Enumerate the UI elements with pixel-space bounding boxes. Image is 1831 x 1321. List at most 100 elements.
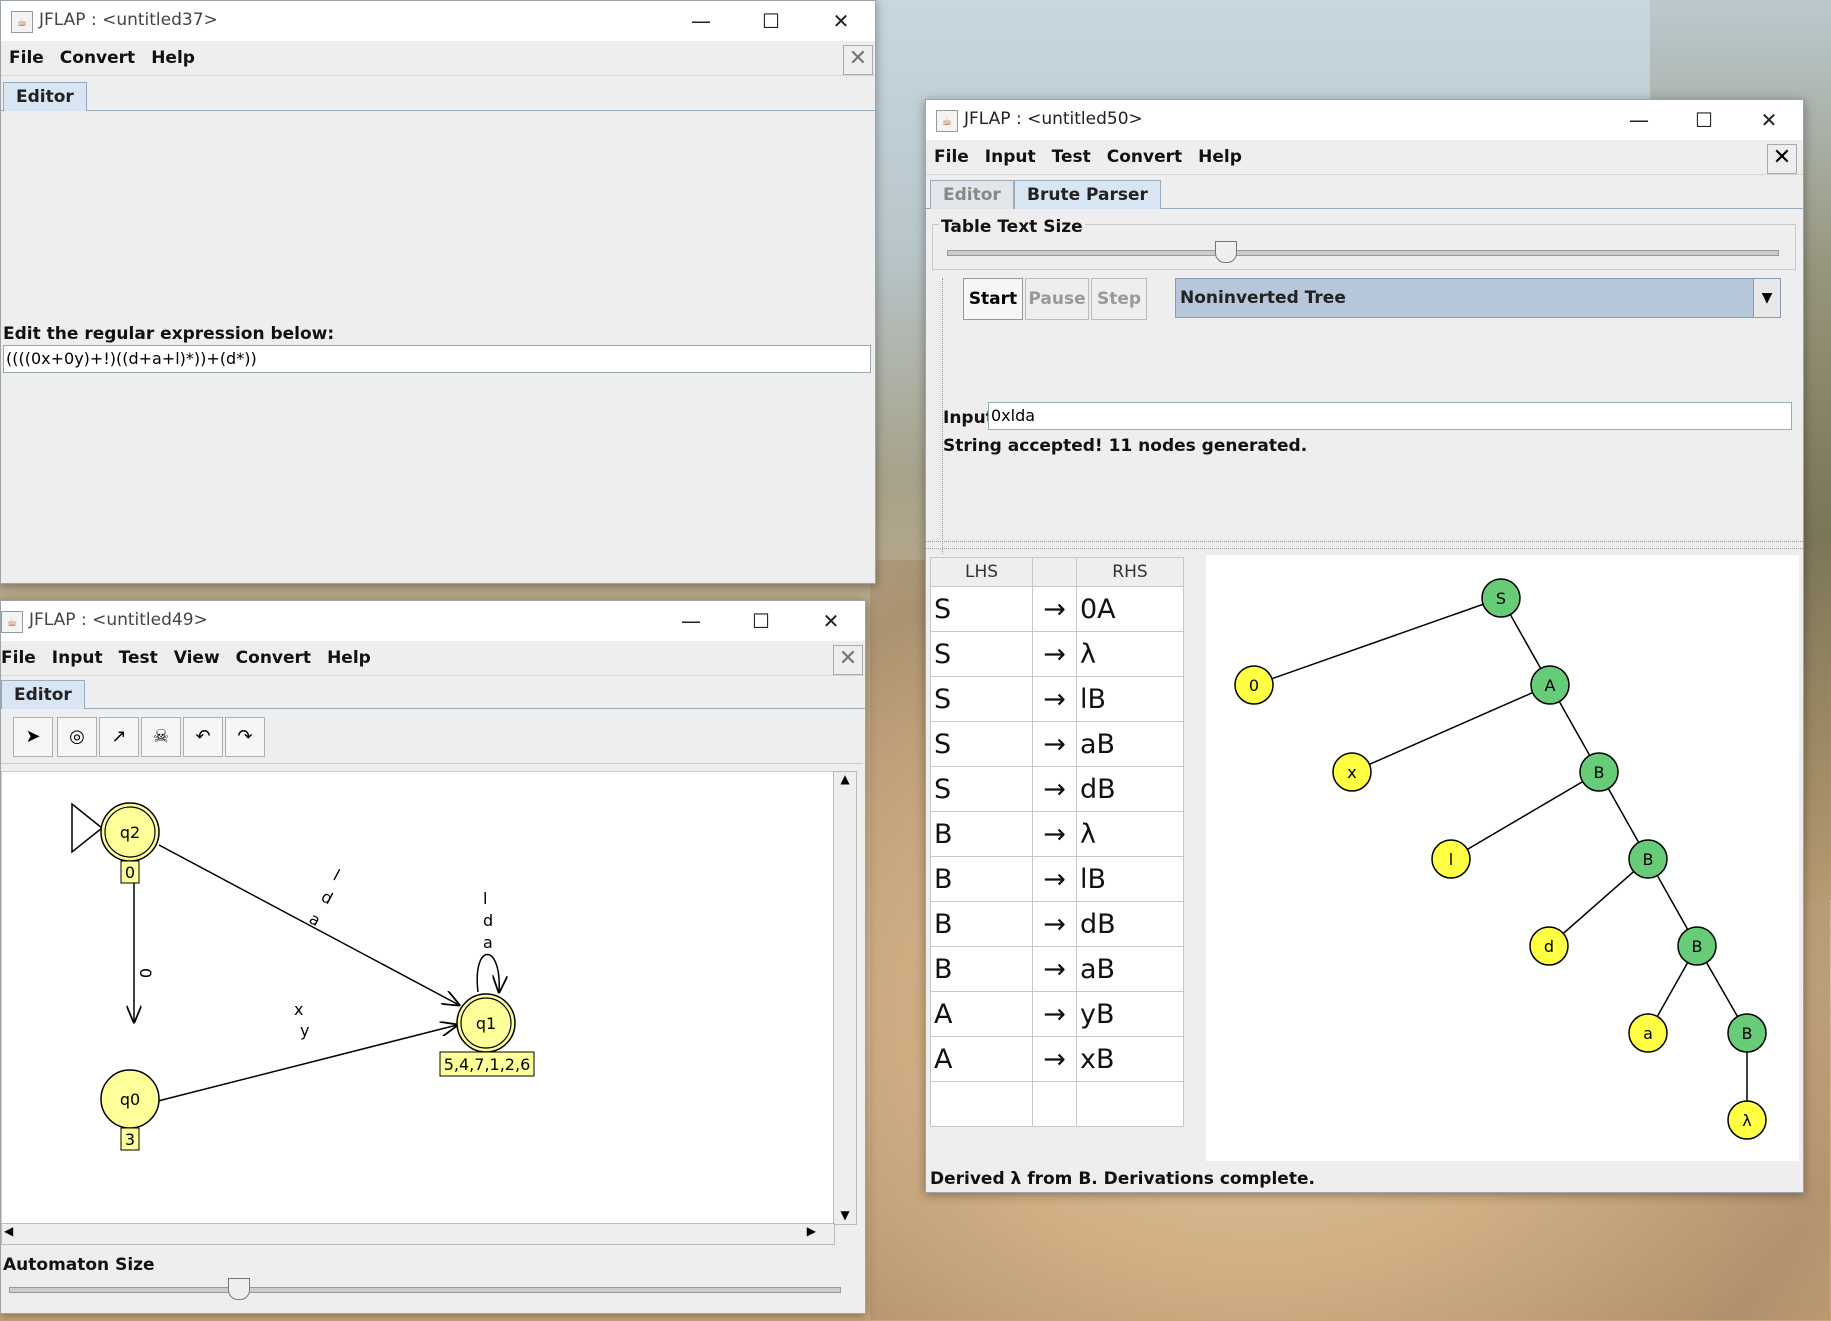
production-row[interactable]: B → lB [930,856,1184,902]
tree-node-terminal[interactable]: d [1529,926,1569,966]
menu-convert[interactable]: Convert [1099,140,1190,174]
production-row[interactable]: A → yB [930,991,1184,1037]
close-tab-button[interactable]: ✕ [843,45,873,75]
tree-node-nonterminal[interactable]: B [1727,1013,1767,1053]
close-tab-button[interactable]: ✕ [1767,144,1797,174]
tree-node-nonterminal[interactable]: B [1579,752,1619,792]
menu-test[interactable]: Test [1044,140,1099,174]
menu-test[interactable]: Test [111,641,166,675]
lhs-cell[interactable]: B [930,901,1033,947]
menu-help[interactable]: Help [319,641,379,675]
splitter[interactable] [926,541,1803,549]
scroll-left-icon[interactable]: ◀ [4,1224,13,1238]
rhs-cell[interactable]: λ [1076,631,1184,677]
rhs-cell[interactable]: lB [1076,676,1184,722]
undo-tool-icon[interactable]: ↶ [183,717,223,757]
text-size-slider[interactable] [947,241,1779,263]
menu-file[interactable]: File [1,641,44,675]
lhs-cell[interactable]: B [930,946,1033,992]
empty-row[interactable] [930,1081,1184,1127]
close-tab-button[interactable]: ✕ [833,645,863,675]
scroll-up-icon[interactable]: ▲ [834,772,856,786]
automaton-size-slider[interactable] [9,1278,841,1300]
pointer-tool-icon[interactable]: ➤ [13,717,53,757]
production-row[interactable]: S → aB [930,721,1184,767]
tree-node-nonterminal[interactable]: B [1628,839,1668,879]
tree-node-nonterminal[interactable]: B [1677,926,1717,966]
tree-node-terminal[interactable]: λ [1727,1100,1767,1140]
maximize-button[interactable]: ☐ [741,3,801,39]
edge-q1-self[interactable] [476,953,499,993]
view-mode-select[interactable]: Noninverted Tree ▼ [1175,278,1781,318]
lhs-cell[interactable]: A [930,991,1033,1037]
scroll-right-icon[interactable]: ▶ [807,1224,816,1238]
tab-editor[interactable]: Editor [1,680,85,709]
minimize-button[interactable]: — [671,3,731,39]
menu-help[interactable]: Help [1190,140,1250,174]
transition-tool-icon[interactable]: ↗ [99,717,139,757]
lhs-cell[interactable]: S [930,676,1033,722]
start-button[interactable]: Start [963,278,1023,320]
menu-input[interactable]: Input [977,140,1044,174]
chevron-down-icon[interactable]: ▼ [1753,279,1780,317]
production-row[interactable]: B → λ [930,811,1184,857]
horizontal-scrollbar[interactable]: ◀ ▶ [1,1223,835,1245]
empty-cell[interactable] [930,1081,1033,1127]
lhs-cell[interactable]: S [930,631,1033,677]
lhs-cell[interactable]: A [930,1036,1033,1082]
rhs-cell[interactable]: dB [1076,766,1184,812]
step-button[interactable]: Step [1091,278,1147,320]
lhs-cell[interactable]: S [930,586,1033,632]
rhs-cell[interactable]: aB [1076,946,1184,992]
lhs-cell[interactable]: S [930,721,1033,767]
tree-node-terminal[interactable]: l [1431,839,1471,879]
menu-input[interactable]: Input [44,641,111,675]
menu-convert[interactable]: Convert [228,641,319,675]
menu-view[interactable]: View [166,641,228,675]
lhs-cell[interactable]: B [930,856,1033,902]
production-row[interactable]: S → λ [930,631,1184,677]
rhs-cell[interactable]: yB [1076,991,1184,1037]
close-button[interactable]: ✕ [1739,102,1799,138]
lhs-cell[interactable]: S [930,766,1033,812]
close-button[interactable]: ✕ [801,603,861,639]
rhs-cell[interactable]: λ [1076,811,1184,857]
grammar-table[interactable]: LHS RHS S → 0A S → λ S → lB S → aB S → dB B → λ B → lB B → dB B →… [930,557,1184,1127]
vertical-scrollbar[interactable]: ▲ ▼ [833,771,857,1225]
automaton-canvas[interactable]: l d a l d a 0 x y q2 0 q1 5,4,7,1,2,6 q0… [1,771,835,1225]
maximize-button[interactable]: ☐ [731,603,791,639]
rhs-cell[interactable]: 0A [1076,586,1184,632]
minimize-button[interactable]: — [1609,102,1669,138]
production-row[interactable]: B → aB [930,946,1184,992]
tab-editor[interactable]: Editor [3,82,87,111]
tree-node-terminal[interactable]: a [1628,1013,1668,1053]
rhs-cell[interactable]: dB [1076,901,1184,947]
empty-cell[interactable] [1032,1081,1077,1127]
regex-input[interactable]: ((((0x+0y)+!)((d+a+l)*))+(d*)) [3,345,871,373]
maximize-button[interactable]: ☐ [1674,102,1734,138]
lhs-cell[interactable]: B [930,811,1033,857]
tree-node-terminal[interactable]: x [1332,752,1372,792]
slider-thumb[interactable] [228,1278,250,1300]
delete-tool-icon[interactable]: ☠ [141,717,181,757]
rhs-cell[interactable]: xB [1076,1036,1184,1082]
slider-thumb[interactable] [1215,241,1237,263]
close-button[interactable]: ✕ [811,3,871,39]
tab-editor[interactable]: Editor [930,180,1014,209]
production-row[interactable]: S → 0A [930,586,1184,632]
production-row[interactable]: B → dB [930,901,1184,947]
pause-button[interactable]: Pause [1025,278,1089,320]
menu-convert[interactable]: Convert [52,41,143,75]
state-tool-icon[interactable]: ◎ [57,717,97,757]
rhs-cell[interactable]: lB [1076,856,1184,902]
redo-tool-icon[interactable]: ↷ [225,717,265,757]
rhs-cell[interactable]: aB [1076,721,1184,767]
production-row[interactable]: A → xB [930,1036,1184,1082]
tree-node-nonterminal[interactable]: S [1481,578,1521,618]
tree-node-terminal[interactable]: 0 [1234,665,1274,705]
scroll-down-icon[interactable]: ▼ [834,1208,856,1222]
tree-node-nonterminal[interactable]: A [1530,665,1570,705]
input-field[interactable]: 0xlda [988,402,1792,430]
production-row[interactable]: S → dB [930,766,1184,812]
tab-brute-parser[interactable]: Brute Parser [1014,180,1161,209]
